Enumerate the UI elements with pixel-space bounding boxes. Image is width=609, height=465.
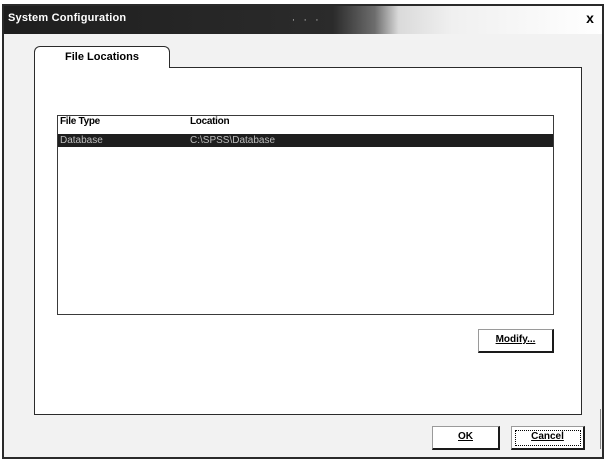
list-header: File Type Location xyxy=(58,116,553,134)
title-bar[interactable]: System Configuration · · · x xyxy=(4,6,602,34)
modify-button[interactable]: Modify... xyxy=(478,329,554,353)
ok-button-label: OK xyxy=(458,431,473,442)
cell-file-type: Database xyxy=(60,135,103,146)
file-locations-list[interactable]: File Type Location Database C:\SPSS\Data… xyxy=(57,115,554,315)
cancel-button-label: Cancel xyxy=(531,431,564,442)
title-bar-artifact: · · · xyxy=(292,16,322,26)
list-item[interactable]: Database C:\SPSS\Database xyxy=(58,134,553,147)
tab-file-locations[interactable]: File Locations xyxy=(34,46,170,68)
close-icon[interactable]: x xyxy=(582,10,598,26)
column-header-location[interactable]: Location xyxy=(190,116,230,127)
window-title: System Configuration xyxy=(8,12,127,24)
ok-button[interactable]: OK xyxy=(432,426,500,450)
column-header-file-type[interactable]: File Type xyxy=(60,116,100,127)
cell-location: C:\SPSS\Database xyxy=(190,135,276,146)
resize-grip[interactable] xyxy=(600,409,605,449)
cancel-button[interactable]: Cancel xyxy=(511,426,585,450)
modify-button-label: Modify... xyxy=(495,334,536,345)
